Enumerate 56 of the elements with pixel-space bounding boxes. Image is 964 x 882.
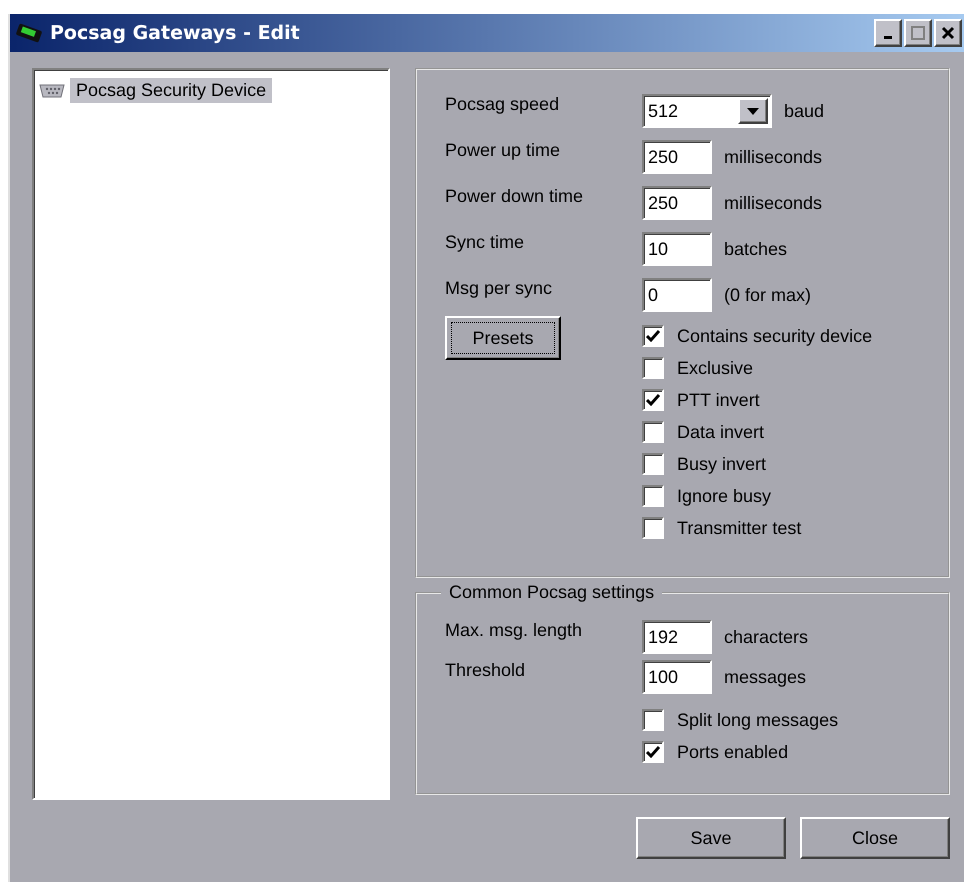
presets-button[interactable]: Presets [445,316,561,360]
checkbox-label: Busy invert [677,454,766,474]
dropdown-arrow-icon [747,108,759,114]
close-icon [941,26,955,40]
checkbox[interactable] [642,389,664,411]
unit-label: messages [724,666,806,688]
checkbox[interactable] [642,485,664,507]
unit-label: baud [784,100,824,122]
checkbox-label: Exclusive [677,358,754,378]
close-button[interactable] [934,19,962,47]
dialog-button[interactable]: Close [800,817,950,859]
unit-label: batches [724,238,788,260]
checkbox-label: Data invert [677,422,764,442]
input-field[interactable]: 250 [642,140,712,174]
maximize-icon [911,26,925,40]
field-label: Power down time [445,186,584,207]
dialog-button[interactable]: Save [636,817,786,859]
maximize-button[interactable] [904,19,932,47]
minimize-button[interactable] [874,19,902,47]
unit-label: milliseconds [724,146,822,168]
checkbox-label: PTT invert [677,390,760,410]
field-label: Threshold [445,660,526,681]
speed-dropdown[interactable]: 512 [642,94,772,128]
field-label: Max. msg. length [445,620,584,641]
input-field[interactable]: 250 [642,186,712,220]
checkbox-label: Ignore busy [677,486,772,506]
window-title: Pocsag Gateways - Edit [50,22,301,44]
field-label: Power up time [445,140,562,161]
checkmark-icon [646,746,660,758]
group-title: Common Pocsag settings [441,582,662,603]
field-label: Sync time [445,232,526,253]
field-label: Pocsag speed [445,94,560,115]
input-field[interactable]: 100 [642,660,712,694]
unit-label: milliseconds [724,192,822,214]
field-label: Msg per sync [445,278,554,299]
checkbox-label: Split long messages [677,710,838,730]
checkbox-label: Ports enabled [677,742,788,762]
checkbox[interactable] [642,517,664,539]
checkbox[interactable] [642,421,664,443]
unit-label: characters [724,626,808,648]
checkbox[interactable] [642,709,664,731]
checkbox-label: Transmitter test [677,518,802,538]
checkbox[interactable] [642,325,664,347]
tree-item[interactable]: Pocsag Security Device [70,78,272,103]
input-field[interactable]: 10 [642,232,712,266]
checkbox[interactable] [642,741,664,763]
unit-label: (0 for max) [724,284,812,306]
serial-port-icon [38,82,66,98]
input-field[interactable]: 192 [642,620,712,654]
checkmark-icon [646,330,660,342]
checkbox[interactable] [642,357,664,379]
checkbox-label: Contains security device [677,326,872,346]
minimize-icon [884,36,892,39]
input-field[interactable]: 0 [642,278,712,312]
checkmark-icon [646,394,660,406]
checkbox[interactable] [642,453,664,475]
